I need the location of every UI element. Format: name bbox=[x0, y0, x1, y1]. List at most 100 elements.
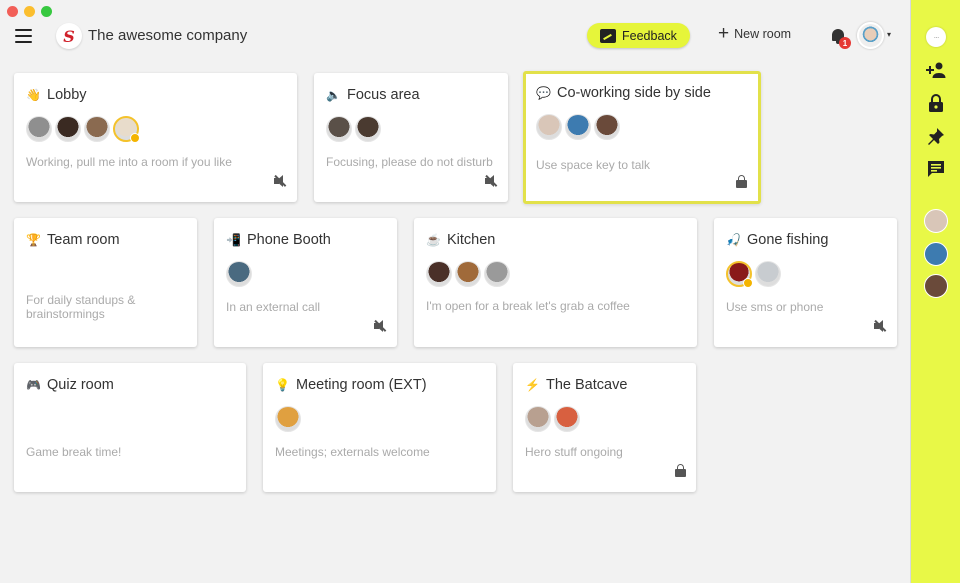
room-lock-indicator[interactable] bbox=[675, 464, 686, 480]
room-description: Use sms or phone bbox=[726, 300, 824, 314]
add-user-icon bbox=[926, 62, 946, 78]
avatar[interactable] bbox=[55, 116, 81, 142]
avatar[interactable] bbox=[26, 116, 52, 142]
room-title: 🎣 Gone fishing bbox=[726, 232, 828, 248]
avatar[interactable] bbox=[755, 261, 781, 287]
avatar[interactable] bbox=[536, 114, 562, 140]
room-mute-indicator[interactable] bbox=[485, 174, 498, 190]
room-emoji-icon: 🎮 bbox=[26, 378, 41, 392]
avatar[interactable] bbox=[326, 116, 352, 142]
top-bar: S The awesome company Feedback + New roo… bbox=[0, 18, 910, 58]
room-card[interactable]: 📲 Phone Booth In an external call bbox=[214, 218, 397, 347]
feedback-label: Feedback bbox=[622, 28, 677, 43]
room-card[interactable]: 💬 Co-working side by side Use space key to… bbox=[523, 71, 761, 204]
room-members bbox=[525, 406, 580, 432]
away-clock-icon bbox=[130, 133, 140, 143]
avatar[interactable] bbox=[426, 261, 452, 287]
room-card[interactable]: ⚡ The Batcave Hero stuff ongoing bbox=[513, 363, 696, 492]
room-mute-indicator[interactable] bbox=[274, 174, 287, 190]
room-description: In an external call bbox=[226, 300, 321, 314]
avatar[interactable] bbox=[84, 116, 110, 142]
maximize-window-button[interactable] bbox=[41, 6, 52, 17]
room-card[interactable]: 🎮 Quiz room Game break time! bbox=[14, 363, 246, 492]
room-members bbox=[426, 261, 510, 287]
avatar[interactable] bbox=[484, 261, 510, 287]
new-room-button[interactable]: + New room bbox=[718, 24, 792, 43]
room-card[interactable]: 👋 Lobby Working, pull me into a room if yo… bbox=[14, 73, 297, 202]
room-mute-indicator[interactable] bbox=[374, 319, 387, 335]
sidebar-person[interactable] bbox=[924, 242, 948, 266]
room-description: Hero stuff ongoing bbox=[525, 445, 623, 459]
close-window-button[interactable] bbox=[7, 6, 18, 17]
room-emoji-icon: 💬 bbox=[536, 86, 551, 100]
room-name: Quiz room bbox=[47, 377, 114, 393]
room-name: Co-working side by side bbox=[557, 85, 711, 101]
room-members bbox=[226, 261, 252, 287]
room-members bbox=[326, 116, 381, 142]
room-emoji-icon: 👋 bbox=[26, 88, 41, 102]
sidebar-add-user-button[interactable] bbox=[924, 58, 948, 82]
room-mute-indicator[interactable] bbox=[874, 319, 887, 335]
room-description: Meetings; externals welcome bbox=[275, 445, 430, 459]
avatar[interactable] bbox=[455, 261, 481, 287]
room-name: Gone fishing bbox=[747, 232, 829, 248]
room-lock-indicator[interactable] bbox=[736, 175, 747, 191]
sidebar-person[interactable] bbox=[924, 274, 948, 298]
new-room-label: New room bbox=[734, 27, 792, 41]
room-title: 💡 Meeting room (EXT) bbox=[275, 377, 427, 393]
sidebar-pin-button[interactable] bbox=[924, 124, 948, 148]
room-card[interactable]: ☕ Kitchen I'm open for a break let's grab … bbox=[414, 218, 697, 347]
room-card[interactable]: 🏆 Team room For daily standups & brainstor… bbox=[14, 218, 197, 347]
room-card[interactable]: 🎣 Gone fishing Use sms or phone bbox=[714, 218, 897, 347]
room-members bbox=[726, 261, 781, 288]
room-description: I'm open for a break let's grab a coffee bbox=[426, 299, 630, 313]
user-avatar[interactable] bbox=[857, 22, 884, 49]
hamburger-icon[interactable] bbox=[15, 29, 32, 43]
right-sidebar: ··· bbox=[910, 0, 960, 583]
room-members bbox=[536, 114, 620, 140]
avatar[interactable] bbox=[726, 261, 753, 288]
room-description: Use space key to talk bbox=[536, 158, 651, 172]
room-emoji-icon: 🔈 bbox=[326, 88, 341, 102]
message-icon bbox=[928, 161, 944, 177]
chevron-down-icon[interactable]: ▾ bbox=[887, 30, 891, 39]
muted-speaker-icon bbox=[274, 174, 287, 187]
window-controls bbox=[7, 6, 52, 17]
room-description: Working, pull me into a room if you like bbox=[26, 155, 232, 169]
avatar[interactable] bbox=[275, 406, 301, 432]
room-title: 👋 Lobby bbox=[26, 87, 87, 103]
notifications-button[interactable]: 1 bbox=[830, 27, 851, 49]
sidebar-chat-button[interactable]: ··· bbox=[924, 25, 948, 49]
feedback-button[interactable]: Feedback bbox=[587, 23, 690, 48]
avatar[interactable] bbox=[355, 116, 381, 142]
sidebar-messages-button[interactable] bbox=[924, 157, 948, 181]
avatar[interactable] bbox=[226, 261, 252, 287]
avatar bbox=[924, 242, 948, 266]
room-name: Kitchen bbox=[447, 232, 496, 248]
avatar[interactable] bbox=[113, 116, 140, 143]
pin-icon bbox=[928, 128, 944, 145]
room-title: 🏆 Team room bbox=[26, 232, 120, 248]
room-description: Game break time! bbox=[26, 445, 122, 459]
room-name: Phone Booth bbox=[247, 232, 331, 248]
avatar bbox=[924, 274, 948, 298]
room-members bbox=[275, 406, 301, 432]
room-title: 📲 Phone Booth bbox=[226, 232, 331, 248]
room-card[interactable]: 🔈 Focus area Focusing, please do not distu… bbox=[314, 73, 508, 202]
room-card[interactable]: 💡 Meeting room (EXT) Meetings; externals w… bbox=[263, 363, 496, 492]
feedback-icon bbox=[600, 28, 616, 43]
room-members bbox=[26, 116, 140, 143]
avatar[interactable] bbox=[554, 406, 580, 432]
avatar[interactable] bbox=[565, 114, 591, 140]
avatar[interactable] bbox=[594, 114, 620, 140]
room-emoji-icon: ⚡ bbox=[525, 378, 540, 392]
room-emoji-icon: ☕ bbox=[426, 233, 441, 247]
room-name: Team room bbox=[47, 232, 120, 248]
room-title: 🎮 Quiz room bbox=[26, 377, 114, 393]
room-title: 🔈 Focus area bbox=[326, 87, 420, 103]
room-emoji-icon: 🎣 bbox=[726, 233, 741, 247]
minimize-window-button[interactable] bbox=[24, 6, 35, 17]
sidebar-lock-button[interactable] bbox=[924, 91, 948, 115]
sidebar-person[interactable] bbox=[924, 209, 948, 233]
avatar[interactable] bbox=[525, 406, 551, 432]
